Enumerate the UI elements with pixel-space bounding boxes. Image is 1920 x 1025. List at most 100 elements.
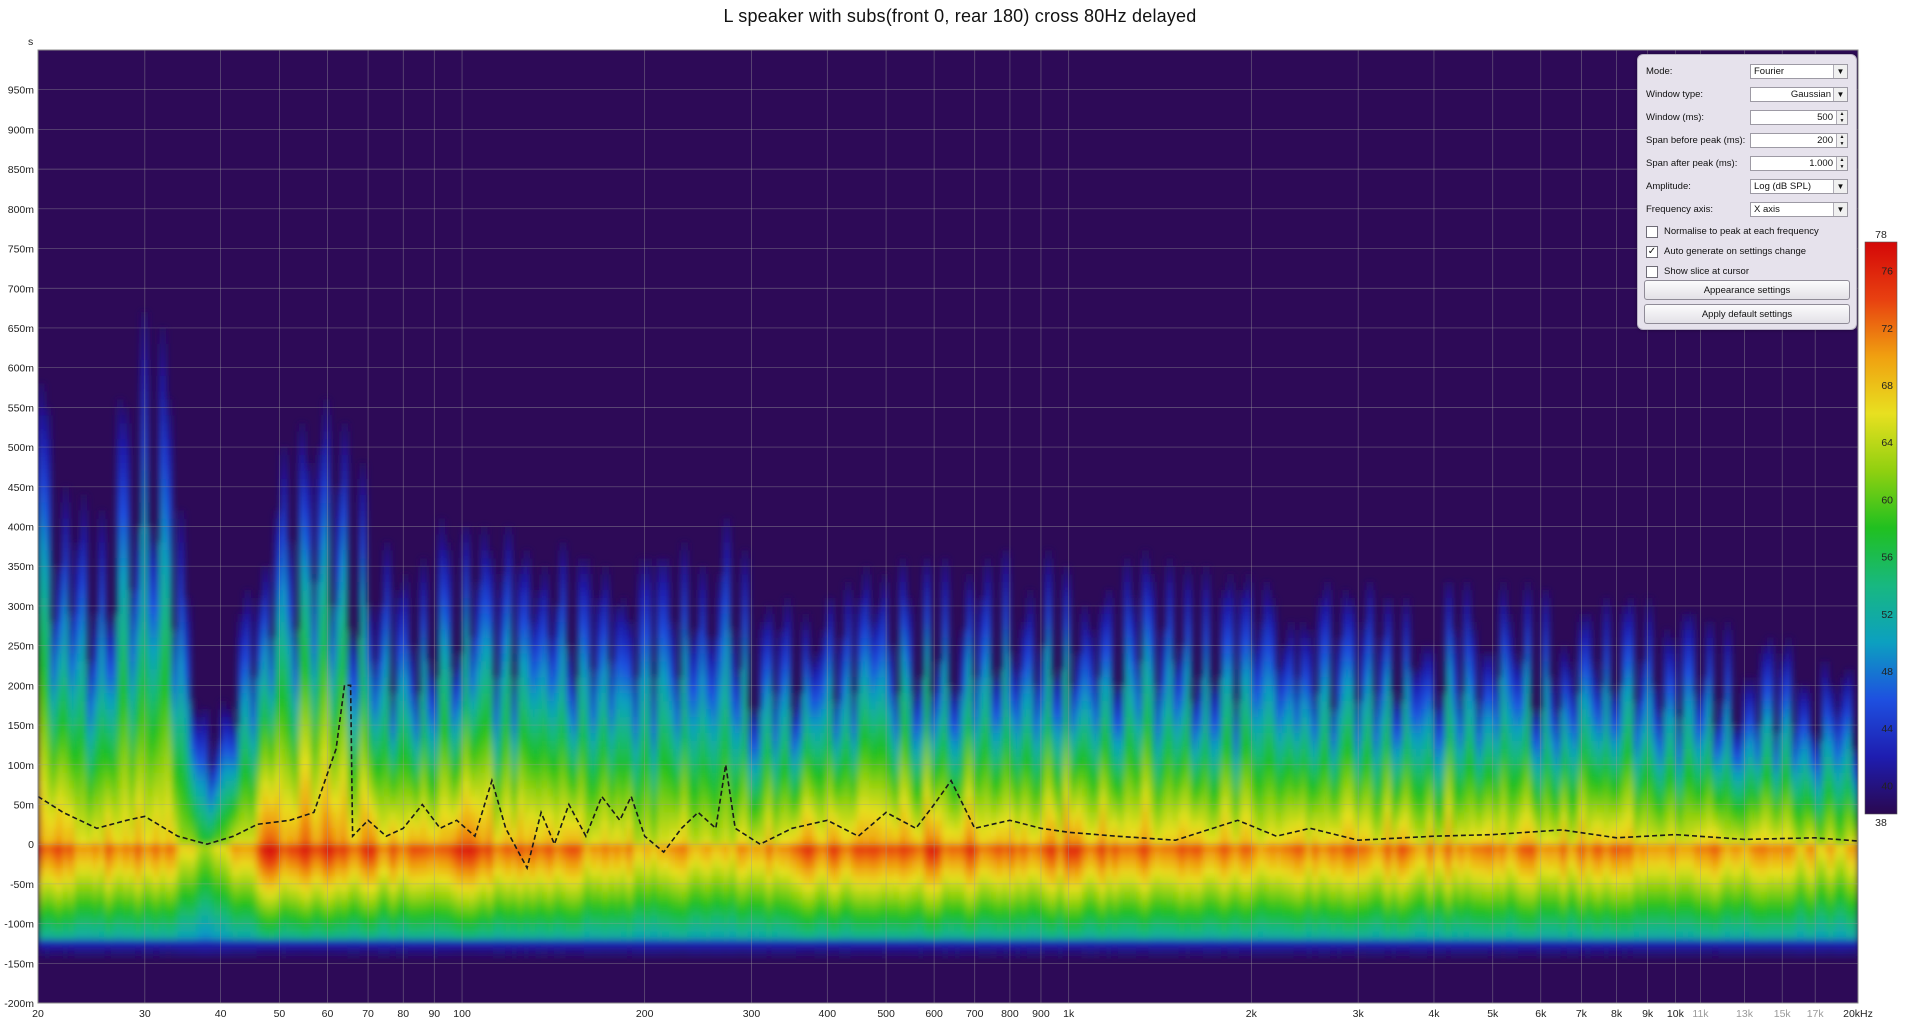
y-tick-label: 400m xyxy=(8,522,35,534)
window-ms-spinner[interactable]: ▲ ▼ xyxy=(1836,111,1847,124)
y-tick-label: 650m xyxy=(8,323,35,335)
span-before-input[interactable]: 200 ▲ ▼ xyxy=(1750,133,1848,148)
window-type-select[interactable]: Gaussian ▼ xyxy=(1750,87,1848,102)
freq-axis-select[interactable]: X axis ▼ xyxy=(1750,202,1848,217)
y-tick-label: 850m xyxy=(8,164,35,176)
color-scale-label: 38 xyxy=(1875,817,1887,829)
apply-default-settings-button[interactable]: Apply default settings xyxy=(1644,304,1850,324)
x-tick-label: 80 xyxy=(397,1008,409,1020)
span-before-value: 200 xyxy=(1817,135,1833,146)
chevron-down-icon[interactable]: ▼ xyxy=(1833,88,1847,101)
x-tick-label: 11k xyxy=(1692,1008,1709,1020)
x-tick-label: 15k xyxy=(1774,1008,1792,1020)
normalise-label: Normalise to peak at each frequency xyxy=(1664,226,1819,237)
y-tick-label: 700m xyxy=(8,283,35,295)
freq-axis-row: Frequency axis: X axis ▼ xyxy=(1646,201,1848,218)
x-tick-label: 10k xyxy=(1667,1008,1685,1020)
color-scale-label: 52 xyxy=(1881,609,1893,621)
y-tick-label: 900m xyxy=(8,124,35,136)
span-after-row: Span after peak (ms): 1.000 ▲ ▼ xyxy=(1646,155,1848,172)
x-tick-label: 600 xyxy=(925,1008,943,1020)
y-tick-label: -150m xyxy=(4,958,34,970)
span-after-spinner[interactable]: ▲ ▼ xyxy=(1836,157,1847,170)
y-tick-label: 500m xyxy=(8,442,35,454)
appearance-settings-button[interactable]: Appearance settings xyxy=(1644,280,1850,300)
x-tick-label: 70 xyxy=(362,1008,374,1020)
span-after-input[interactable]: 1.000 ▲ ▼ xyxy=(1750,156,1848,171)
y-tick-label: -100m xyxy=(4,919,34,931)
chevron-down-icon[interactable]: ▼ xyxy=(1833,65,1847,78)
y-tick-label: 50m xyxy=(14,799,35,811)
window-type-value: Gaussian xyxy=(1790,89,1831,100)
spin-down-icon[interactable]: ▼ xyxy=(1837,118,1847,125)
span-before-spinner[interactable]: ▲ ▼ xyxy=(1836,134,1847,147)
spin-down-icon[interactable]: ▼ xyxy=(1837,141,1847,148)
color-scale-label: 44 xyxy=(1881,723,1893,735)
window-ms-label: Window (ms): xyxy=(1646,112,1705,123)
x-tick-label: 300 xyxy=(743,1008,761,1020)
x-tick-label: 100 xyxy=(453,1008,471,1020)
x-tick-label: 30 xyxy=(139,1008,151,1020)
auto-generate-checkbox[interactable]: ✓ xyxy=(1646,245,1658,258)
chevron-down-icon[interactable]: ▼ xyxy=(1833,180,1847,193)
amplitude-label: Amplitude: xyxy=(1646,181,1691,192)
y-tick-label: 350m xyxy=(8,561,35,573)
y-tick-label: 550m xyxy=(8,402,35,414)
span-before-label: Span before peak (ms): xyxy=(1646,135,1746,146)
show-slice-checkbox[interactable] xyxy=(1646,265,1658,278)
x-tick-label: 6k xyxy=(1535,1008,1547,1020)
x-tick-label: 40 xyxy=(215,1008,227,1020)
x-axis-ticks: 20 30 40 50 60 70 80 90 100 200 300 400 500 600 700 800… xyxy=(32,1008,1873,1020)
amplitude-value: Log (dB SPL) xyxy=(1754,181,1812,192)
x-tick-label: 7k xyxy=(1576,1008,1588,1020)
y-tick-label: 250m xyxy=(8,641,35,653)
window-type-label: Window type: xyxy=(1646,89,1704,100)
y-tick-label: 600m xyxy=(8,363,35,375)
window-type-row: Window type: Gaussian ▼ xyxy=(1646,86,1848,103)
auto-generate-row[interactable]: ✓ Auto generate on settings change xyxy=(1646,244,1806,259)
x-tick-label: 500 xyxy=(877,1008,895,1020)
y-axis-unit: s xyxy=(28,36,33,48)
x-tick-label: 20kHz xyxy=(1843,1008,1873,1020)
spectrogram-chart[interactable]: 20 30 40 50 60 70 80 90 100 200 300 400 500 600 700 800… xyxy=(0,0,1920,1025)
x-tick-label: 700 xyxy=(966,1008,984,1020)
span-after-label: Span after peak (ms): xyxy=(1646,158,1738,169)
amplitude-row: Amplitude: Log (dB SPL) ▼ xyxy=(1646,178,1848,195)
amplitude-select[interactable]: Log (dB SPL) ▼ xyxy=(1750,179,1848,194)
spin-down-icon[interactable]: ▼ xyxy=(1837,164,1847,171)
show-slice-row[interactable]: Show slice at cursor xyxy=(1646,264,1749,279)
normalise-row[interactable]: Normalise to peak at each frequency xyxy=(1646,224,1819,239)
x-tick-label: 60 xyxy=(322,1008,334,1020)
y-tick-label: 750m xyxy=(8,244,35,256)
y-tick-label: 150m xyxy=(8,720,35,732)
span-after-value: 1.000 xyxy=(1809,158,1833,169)
window-ms-row: Window (ms): 500 ▲ ▼ xyxy=(1646,109,1848,126)
color-scale-label: 68 xyxy=(1881,380,1893,392)
show-slice-label: Show slice at cursor xyxy=(1664,266,1750,277)
mode-value: Fourier xyxy=(1754,66,1785,77)
color-scale-label: 72 xyxy=(1881,323,1893,335)
color-scale-label: 40 xyxy=(1881,780,1893,792)
color-scale-label: 78 xyxy=(1875,229,1887,241)
x-tick-label: 2k xyxy=(1246,1008,1258,1020)
x-tick-label: 8k xyxy=(1611,1008,1623,1020)
y-tick-label: -50m xyxy=(10,879,34,891)
y-tick-label: 200m xyxy=(8,680,35,692)
y-tick-label: 300m xyxy=(8,601,35,613)
chevron-down-icon[interactable]: ▼ xyxy=(1833,203,1847,216)
freq-axis-label: Frequency axis: xyxy=(1646,204,1714,215)
y-tick-label: 800m xyxy=(8,204,35,216)
color-scale-label: 76 xyxy=(1881,266,1893,278)
mode-select[interactable]: Fourier ▼ xyxy=(1750,64,1848,79)
settings-panel: Mode: Fourier ▼ Window type: Gaussian ▼ … xyxy=(1637,54,1857,330)
y-tick-label: 950m xyxy=(8,85,35,97)
normalise-checkbox[interactable] xyxy=(1646,225,1658,238)
window-ms-input[interactable]: 500 ▲ ▼ xyxy=(1750,110,1848,125)
window-ms-value: 500 xyxy=(1817,112,1833,123)
x-tick-label: 900 xyxy=(1032,1008,1050,1020)
y-tick-label: 100m xyxy=(8,760,35,772)
auto-generate-label: Auto generate on settings change xyxy=(1664,246,1807,257)
x-tick-label: 9k xyxy=(1642,1008,1654,1020)
x-tick-label: 1k xyxy=(1063,1008,1075,1020)
freq-axis-value: X axis xyxy=(1754,204,1780,215)
